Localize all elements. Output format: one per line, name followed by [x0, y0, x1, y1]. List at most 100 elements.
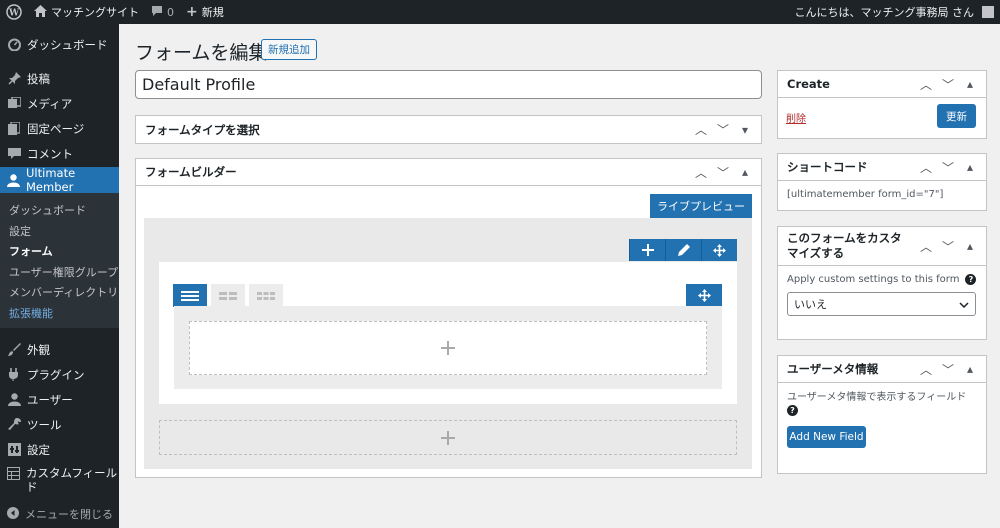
chevron-up-icon[interactable]: ︿ — [916, 76, 936, 93]
sub-row — [174, 306, 722, 389]
postbox-title[interactable]: このフォームをカスタマイズする — [787, 231, 916, 261]
customize-box: このフォームをカスタマイズする ︿ ﹀ ▴ Apply custom setti… — [777, 226, 987, 340]
plugin-icon — [7, 368, 21, 382]
comment-icon — [7, 147, 21, 161]
chevron-up-icon[interactable]: ︿ — [916, 159, 936, 176]
sidebar-item-comments[interactable]: コメント — [0, 141, 119, 166]
edit-pencil-icon[interactable] — [665, 239, 701, 261]
sidebar-item-plugins[interactable]: プラグイン — [0, 362, 119, 387]
usermeta-box: ユーザーメタ情報 ︿ ﹀ ▴ ユーザーメタ情報で表示するフィールド ? Add … — [777, 355, 987, 474]
chevron-down-icon[interactable]: ﹀ — [938, 238, 958, 255]
add-new-field-button[interactable]: Add New Field — [787, 426, 866, 448]
chevron-up-icon[interactable]: ︿ — [691, 164, 711, 181]
chevron-down-icon[interactable]: ﹀ — [938, 76, 958, 93]
collapse-menu-button[interactable]: メニューを閉じる — [7, 506, 113, 522]
chevron-down-icon — [959, 298, 969, 311]
my-account-link[interactable]: こんにちは、マッチング事務局 さん — [789, 0, 1000, 24]
live-preview-button[interactable]: ライブプレビュー — [650, 194, 752, 218]
postbox-title[interactable]: Create — [787, 77, 916, 91]
caret-down-icon[interactable]: ▾ — [735, 123, 755, 137]
admin-bar: W マッチングサイト 0 + 新規 こんにちは、マッチング事務局 さん — [0, 0, 1000, 24]
sidebar-item-dashboard[interactable]: ダッシュボード — [0, 32, 119, 57]
move-arrows-icon[interactable] — [701, 239, 737, 261]
postbox-title[interactable]: ユーザーメタ情報 — [787, 361, 916, 377]
pin-icon — [7, 72, 21, 86]
create-box: Create ︿ ﹀ ▴ 削除 更新 — [777, 70, 987, 139]
wordpress-logo-icon[interactable]: W — [0, 0, 28, 24]
update-button[interactable]: 更新 — [937, 104, 976, 128]
custom-settings-label: Apply custom settings to this form — [787, 274, 960, 285]
postbox-header: ユーザーメタ情報 ︿ ﹀ ▴ — [778, 356, 986, 383]
custom-settings-select[interactable]: いいえ — [787, 292, 976, 316]
chevron-up-icon[interactable]: ︿ — [916, 238, 936, 255]
site-name-link[interactable]: マッチングサイト — [28, 0, 145, 24]
avatar — [982, 6, 994, 18]
caret-up-icon[interactable]: ▴ — [735, 165, 755, 179]
greeting: こんにちは、マッチング事務局 さん — [794, 6, 975, 19]
sidebar-item-label: ツール — [27, 417, 62, 432]
sidebar-item-pages[interactable]: 固定ページ — [0, 116, 119, 141]
sidebar-item-media[interactable]: メディア — [0, 91, 119, 116]
form-title-input[interactable] — [135, 70, 762, 99]
postbox-title[interactable]: フォームタイプを選択 — [145, 122, 691, 138]
builder-canvas — [144, 218, 752, 469]
postbox-title[interactable]: ショートコード — [787, 159, 916, 175]
postbox-header: フォームタイプを選択 ︿ ﹀ ▾ — [136, 116, 761, 143]
sidebar-item-label: ユーザー — [27, 392, 73, 407]
delete-link[interactable]: 削除 — [786, 110, 806, 125]
sidebar-item-appearance[interactable]: 外観 — [0, 337, 119, 362]
new-label: 新規 — [201, 6, 224, 19]
sidebar-item-ultimate-member[interactable]: Ultimate Member — [0, 166, 119, 194]
media-icon — [7, 97, 21, 111]
chevron-up-icon[interactable]: ︿ — [691, 121, 711, 138]
add-row-dropzone[interactable] — [159, 420, 737, 455]
sidebar-item-tools[interactable]: ツール — [0, 412, 119, 437]
home-icon — [34, 4, 47, 20]
submenu-item-dashboard[interactable]: ダッシュボード — [0, 200, 119, 221]
sidebar-item-posts[interactable]: 投稿 — [0, 66, 119, 91]
sidebar-item-label: ダッシュボード — [27, 37, 108, 52]
add-field-dropzone[interactable] — [189, 321, 707, 375]
one-column-layout-icon[interactable] — [173, 284, 207, 307]
chevron-up-icon[interactable]: ︿ — [916, 361, 936, 378]
postbox-title[interactable]: フォームビルダー — [145, 164, 691, 180]
postbox-header: フォームビルダー ︿ ﹀ ▴ — [136, 159, 761, 186]
sidebar-item-label: メディア — [27, 96, 73, 111]
shortcode-text: [ultimatemember form_id="7"] — [787, 189, 944, 200]
sidebar-item-label: 投稿 — [27, 71, 50, 86]
caret-up-icon[interactable]: ▴ — [960, 362, 980, 376]
two-column-layout-icon[interactable] — [211, 284, 245, 307]
add-new-button[interactable]: 新規追加 — [261, 39, 317, 60]
dashboard-icon — [7, 38, 21, 52]
new-content-link[interactable]: + 新規 — [180, 0, 230, 24]
help-icon[interactable]: ? — [787, 405, 798, 416]
brush-icon — [7, 343, 21, 357]
chevron-down-icon[interactable]: ﹀ — [713, 164, 733, 181]
move-arrows-icon[interactable] — [686, 284, 722, 306]
submenu-item-settings[interactable]: 設定 — [0, 221, 119, 242]
column-layout-tabs — [173, 284, 283, 307]
help-icon[interactable]: ? — [965, 274, 977, 285]
submenu-item-forms[interactable]: フォーム — [0, 241, 119, 262]
sidebar-item-label: 固定ページ — [27, 121, 85, 136]
chevron-down-icon[interactable]: ﹀ — [713, 121, 733, 138]
caret-up-icon[interactable]: ▴ — [960, 160, 980, 174]
plus-icon: + — [186, 4, 198, 20]
submenu-item-user-roles[interactable]: ユーザー権限グループ — [0, 262, 119, 283]
three-column-layout-icon[interactable] — [249, 284, 283, 307]
sidebar-item-users[interactable]: ユーザー — [0, 387, 119, 412]
selected-value: いいえ — [794, 298, 827, 311]
chevron-down-icon[interactable]: ﹀ — [938, 159, 958, 176]
sidebar-item-settings[interactable]: 設定 — [0, 437, 119, 462]
add-row-plus-icon[interactable] — [629, 239, 665, 261]
submenu-item-extensions[interactable]: 拡張機能 — [0, 303, 119, 324]
site-name: マッチングサイト — [51, 6, 139, 19]
chevron-down-icon[interactable]: ﹀ — [938, 361, 958, 378]
caret-up-icon[interactable]: ▴ — [960, 77, 980, 91]
sidebar-item-custom-fields[interactable]: カスタムフィールド — [0, 462, 119, 500]
comments-count: 0 — [167, 5, 174, 19]
submenu-item-member-directory[interactable]: メンバーディレクトリ — [0, 282, 119, 303]
comments-link[interactable]: 0 — [145, 0, 180, 24]
comment-icon — [151, 5, 163, 20]
caret-up-icon[interactable]: ▴ — [960, 239, 980, 253]
